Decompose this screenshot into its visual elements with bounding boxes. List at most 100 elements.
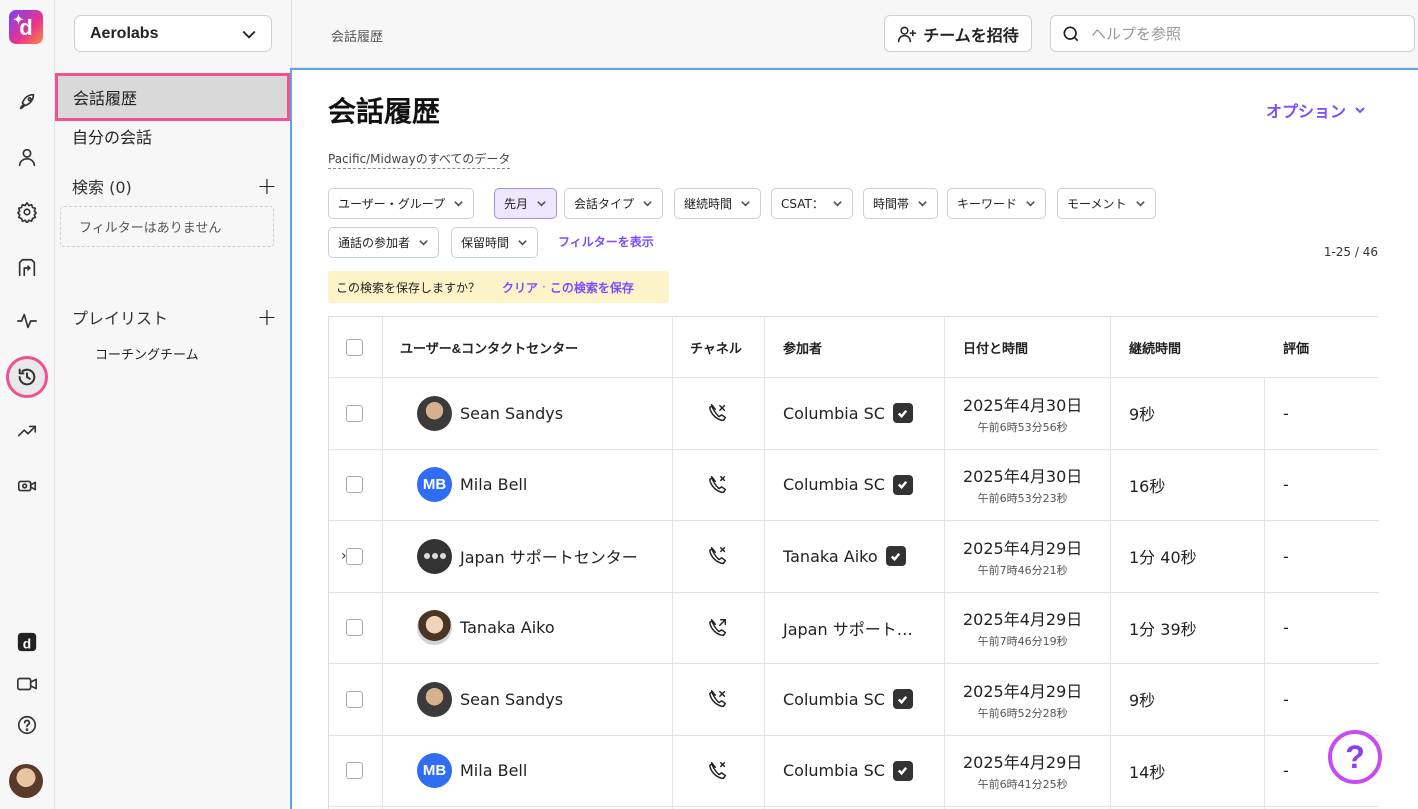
person-icon[interactable] bbox=[13, 143, 41, 171]
table-row[interactable]: Sean Sandys Columbia SC 2025年4月30日 午前6時5… bbox=[329, 378, 1379, 450]
trending-icon[interactable] bbox=[13, 417, 41, 445]
participant-name[interactable]: Columbia SC bbox=[783, 761, 885, 780]
datetime-cell: 2025年4月29日 午前6時41分25秒 bbox=[963, 736, 1082, 807]
video-icon[interactable] bbox=[13, 670, 41, 698]
svg-text:d: d bbox=[23, 636, 31, 651]
filter-csat[interactable]: CSAT： bbox=[771, 188, 853, 219]
participant-name[interactable]: Japan サポート… bbox=[783, 616, 913, 640]
call-date: 2025年4月30日 bbox=[963, 467, 1083, 487]
table-row[interactable]: › Japan サポートセンター Tanaka Aiko 2025年4月29日 午… bbox=[329, 521, 1379, 593]
history-icon[interactable] bbox=[6, 356, 48, 398]
nav-item-my-conversations[interactable]: 自分の会話 bbox=[55, 124, 290, 148]
user-name[interactable]: Tanaka Aiko bbox=[460, 618, 555, 637]
header-user[interactable]: ユーザー&コンタクトセンター bbox=[400, 317, 578, 377]
dialpad-logo-icon[interactable]: d bbox=[13, 628, 41, 656]
show-filters-link[interactable]: フィルターを表示 bbox=[558, 233, 654, 250]
call-date: 2025年4月29日 bbox=[963, 610, 1083, 630]
workspace-selector[interactable]: Aerolabs bbox=[74, 15, 272, 52]
call-time: 午前6時41分25秒 bbox=[977, 778, 1068, 792]
duration-cell: 9秒 bbox=[1129, 691, 1156, 711]
channel-cell bbox=[707, 450, 729, 521]
playlist-item-coaching-team[interactable]: コーチングチーム bbox=[95, 344, 199, 363]
participant-name[interactable]: Columbia SC bbox=[783, 475, 885, 494]
participant-cell: Japan サポート… bbox=[783, 593, 913, 664]
workspace-name: Aerolabs bbox=[90, 24, 159, 42]
select-all-checkbox[interactable] bbox=[346, 338, 363, 356]
filter-moment[interactable]: モーメント bbox=[1057, 188, 1156, 219]
user-name[interactable]: Mila Bell bbox=[460, 475, 527, 494]
add-playlist-icon[interactable]: + bbox=[257, 305, 277, 329]
gear-icon[interactable] bbox=[13, 198, 41, 226]
user-name[interactable]: Sean Sandys bbox=[460, 404, 563, 423]
breadcrumb: 会話履歴 bbox=[331, 30, 384, 45]
rating-cell: - bbox=[1283, 761, 1289, 781]
header-duration[interactable]: 継続時間 bbox=[1129, 317, 1181, 377]
video-settings-icon[interactable] bbox=[13, 472, 41, 500]
filter-keyword[interactable]: キーワード bbox=[947, 188, 1047, 219]
filter-conversation-type[interactable]: 会話タイプ bbox=[564, 188, 664, 219]
datetime-cell: 2025年4月29日 午前7時46分19秒 bbox=[963, 593, 1082, 664]
chevron-down-icon bbox=[918, 201, 927, 207]
filter-call-participants[interactable]: 通話の参加者 bbox=[328, 227, 440, 258]
rocket-icon[interactable] bbox=[13, 88, 41, 116]
nav-item-conversation-history[interactable]: 会話履歴 bbox=[55, 73, 290, 121]
user-name[interactable]: Japan サポートセンター bbox=[460, 544, 638, 568]
separator-dot: · bbox=[542, 280, 546, 294]
routing-icon[interactable] bbox=[13, 254, 41, 282]
filter-label: CSAT： bbox=[781, 197, 824, 211]
rating-cell: - bbox=[1283, 403, 1289, 423]
filter-last-month[interactable]: 先月 bbox=[494, 188, 558, 219]
duration-cell: 9秒 bbox=[1129, 405, 1156, 425]
help-icon[interactable] bbox=[13, 711, 41, 739]
phone-incoming-missed-icon bbox=[709, 404, 727, 422]
help-search-input[interactable] bbox=[1091, 24, 1391, 43]
user-avatar bbox=[417, 610, 452, 646]
chevron-down-icon bbox=[643, 201, 652, 207]
help-search-box[interactable] bbox=[1050, 15, 1415, 52]
header-datetime[interactable]: 日付と時間 bbox=[963, 317, 1028, 377]
filter-hold-time[interactable]: 保留時間 bbox=[451, 227, 539, 258]
header-rating[interactable]: 評価 bbox=[1283, 317, 1309, 377]
table-row[interactable]: Sean Sandys Columbia SC 2025年4月29日 午前6時5… bbox=[329, 664, 1379, 736]
save-search-bar: この検索を保存しますか？ クリア · この検索を保存 bbox=[328, 271, 669, 303]
filter-user-group[interactable]: ユーザー・グループ bbox=[328, 188, 475, 219]
channel-cell bbox=[707, 521, 729, 592]
table-row[interactable]: Tanaka Aiko Japan サポート… 2025年4月29日 午前7時4… bbox=[329, 593, 1379, 664]
participant-cell: Columbia SC bbox=[783, 664, 913, 735]
header-channel[interactable]: チャネル bbox=[690, 317, 742, 377]
call-time: 午前6時53分56秒 bbox=[977, 420, 1068, 434]
invite-team-button[interactable]: チームを招待 bbox=[884, 15, 1032, 52]
table-row[interactable]: MB Mila Bell Columbia SC 2025年4月29日 午前6時4… bbox=[329, 736, 1379, 807]
header-participant[interactable]: 参加者 bbox=[783, 317, 822, 377]
save-search-prompt: この検索を保存しますか？ bbox=[336, 280, 481, 295]
app-logo[interactable]: ✦ d bbox=[9, 10, 43, 44]
participant-name[interactable]: Tanaka Aiko bbox=[783, 547, 878, 566]
filter-label: モーメント bbox=[1067, 197, 1127, 211]
activity-icon[interactable] bbox=[13, 307, 41, 335]
user-name[interactable]: Mila Bell bbox=[460, 761, 527, 780]
call-date: 2025年4月29日 bbox=[963, 538, 1083, 558]
save-search-link[interactable]: この検索を保存 bbox=[550, 279, 634, 296]
no-filters-placeholder: フィルターはありません bbox=[60, 206, 274, 247]
chevron-down-icon bbox=[1135, 201, 1145, 207]
call-date: 2025年4月30日 bbox=[963, 395, 1083, 415]
add-search-icon[interactable]: + bbox=[257, 174, 277, 198]
user-avatar: MB bbox=[417, 753, 452, 789]
filter-time-of-day[interactable]: 時間帯 bbox=[863, 188, 939, 219]
select-all-checkbox-cell bbox=[346, 317, 366, 377]
clear-search-link[interactable]: クリア bbox=[502, 279, 538, 296]
table-row[interactable]: MB Mila Bell Columbia SC 2025年4月30日 午前6時5… bbox=[329, 450, 1379, 521]
rating-cell: - bbox=[1283, 618, 1289, 638]
expand-chevron-icon[interactable]: › bbox=[341, 548, 347, 564]
help-fab-button[interactable]: ? bbox=[1328, 730, 1382, 784]
phone-missed-icon bbox=[709, 547, 727, 565]
participant-name[interactable]: Columbia SC bbox=[783, 690, 885, 709]
options-menu-button[interactable]: オプション bbox=[1266, 98, 1366, 122]
user-avatar[interactable] bbox=[9, 764, 43, 798]
user-name[interactable]: Sean Sandys bbox=[460, 690, 563, 709]
no-filters-text: フィルターはありません bbox=[79, 221, 222, 236]
filter-duration[interactable]: 継続時間 bbox=[674, 188, 762, 219]
participant-name[interactable]: Columbia SC bbox=[783, 404, 885, 423]
channel-cell bbox=[707, 736, 729, 807]
timezone-note[interactable]: Pacific/Midwayのすべてのデータ bbox=[328, 150, 511, 169]
